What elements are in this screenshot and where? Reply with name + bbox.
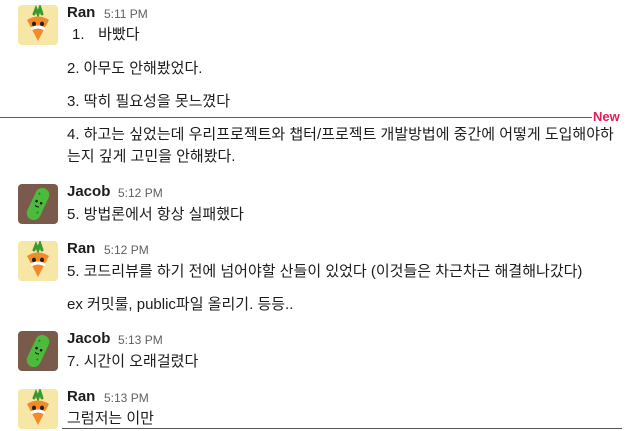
message-line: 5. 코드리뷰를 하기 전에 넘어야할 산들이 있었다 (이것들은 차근차근 해… <box>67 263 583 280</box>
author-name[interactable]: Jacob <box>67 183 110 201</box>
message-line: 2. 아무도 안해봤었다. <box>67 60 203 77</box>
message-line: 4. 하고는 싶었는데 우리프로젝트와 챕터/프로젝트 개발방법에 중간에 어떻… <box>67 126 614 165</box>
message-timestamp[interactable]: 5:13 PM <box>118 331 163 349</box>
cucumber-avatar-icon[interactable] <box>18 331 58 371</box>
author-name[interactable]: Ran <box>67 388 95 406</box>
message-timestamp[interactable]: 5:11 PM <box>104 5 148 23</box>
carrot-avatar-icon[interactable] <box>18 5 58 45</box>
message-timestamp[interactable]: 5:12 PM <box>104 241 149 259</box>
message-text: 바빴다 <box>98 26 140 43</box>
author-name[interactable]: Ran <box>67 240 95 258</box>
message-timestamp[interactable]: 5:12 PM <box>118 184 163 202</box>
composer-border <box>62 428 622 429</box>
message-line: 5. 방법론에서 항상 실패했다 <box>67 206 244 223</box>
new-messages-divider <box>0 117 592 118</box>
message-line: 1. 바빴다 <box>67 24 140 46</box>
message-timestamp[interactable]: 5:13 PM <box>104 389 149 407</box>
author-name[interactable]: Ran <box>67 4 95 22</box>
carrot-avatar-icon[interactable] <box>18 241 58 281</box>
new-messages-label: New <box>593 109 620 124</box>
cucumber-avatar-icon[interactable] <box>18 184 58 224</box>
message-line: 3. 딱히 필요성을 못느꼈다 <box>67 93 231 110</box>
message-line: 7. 시간이 오래걸렸다 <box>67 353 199 370</box>
author-name[interactable]: Jacob <box>67 330 110 348</box>
message-line: 그럼저는 이만 <box>67 410 154 427</box>
message-line: ex 커밋룰, public파일 올리기. 등등.. <box>67 296 294 313</box>
carrot-avatar-icon[interactable] <box>18 389 58 429</box>
list-number: 1. <box>72 26 85 43</box>
